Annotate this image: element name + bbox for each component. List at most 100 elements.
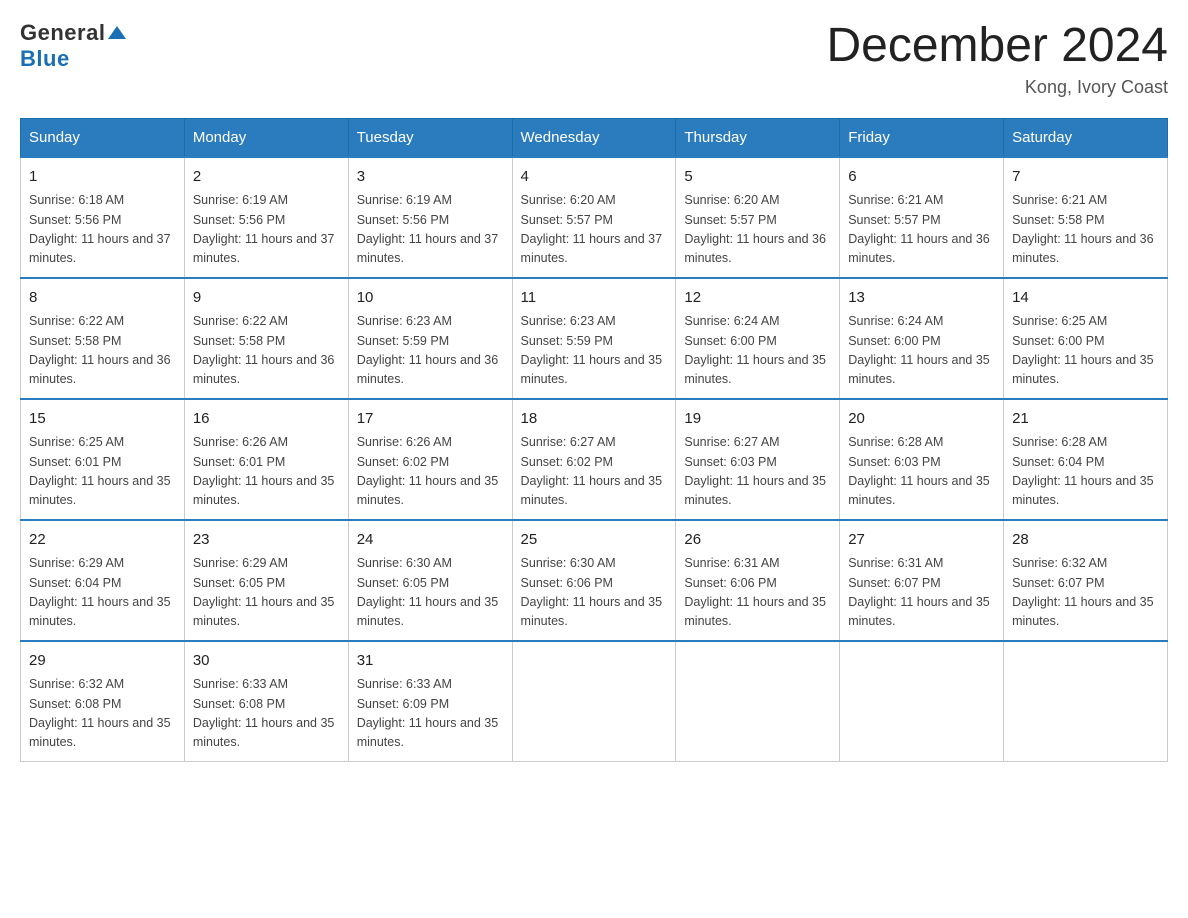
day-info: Sunrise: 6:23 AMSunset: 5:59 PMDaylight:…: [357, 312, 504, 390]
title-section: December 2024 Kong, Ivory Coast: [826, 20, 1168, 98]
calendar-day-cell: [1004, 641, 1168, 762]
day-of-week-header: Wednesday: [512, 118, 676, 157]
day-of-week-header: Monday: [184, 118, 348, 157]
day-info: Sunrise: 6:25 AMSunset: 6:00 PMDaylight:…: [1012, 312, 1159, 390]
logo: General Blue: [20, 20, 126, 72]
day-info: Sunrise: 6:18 AMSunset: 5:56 PMDaylight:…: [29, 191, 176, 269]
calendar-day-cell: 30Sunrise: 6:33 AMSunset: 6:08 PMDayligh…: [184, 641, 348, 762]
day-info: Sunrise: 6:30 AMSunset: 6:05 PMDaylight:…: [357, 554, 504, 632]
day-number: 14: [1012, 287, 1159, 310]
day-info: Sunrise: 6:30 AMSunset: 6:06 PMDaylight:…: [521, 554, 668, 632]
day-number: 2: [193, 166, 340, 189]
day-number: 21: [1012, 408, 1159, 431]
day-info: Sunrise: 6:32 AMSunset: 6:08 PMDaylight:…: [29, 675, 176, 753]
calendar-day-cell: 4Sunrise: 6:20 AMSunset: 5:57 PMDaylight…: [512, 157, 676, 278]
day-info: Sunrise: 6:27 AMSunset: 6:03 PMDaylight:…: [684, 433, 831, 511]
calendar-day-cell: [840, 641, 1004, 762]
day-info: Sunrise: 6:21 AMSunset: 5:58 PMDaylight:…: [1012, 191, 1159, 269]
calendar-day-cell: 13Sunrise: 6:24 AMSunset: 6:00 PMDayligh…: [840, 278, 1004, 399]
day-info: Sunrise: 6:26 AMSunset: 6:02 PMDaylight:…: [357, 433, 504, 511]
day-number: 7: [1012, 166, 1159, 189]
day-of-week-header: Thursday: [676, 118, 840, 157]
calendar-week-row: 15Sunrise: 6:25 AMSunset: 6:01 PMDayligh…: [21, 399, 1168, 520]
calendar-day-cell: 23Sunrise: 6:29 AMSunset: 6:05 PMDayligh…: [184, 520, 348, 641]
calendar-day-cell: 27Sunrise: 6:31 AMSunset: 6:07 PMDayligh…: [840, 520, 1004, 641]
calendar-day-cell: 14Sunrise: 6:25 AMSunset: 6:00 PMDayligh…: [1004, 278, 1168, 399]
day-info: Sunrise: 6:22 AMSunset: 5:58 PMDaylight:…: [193, 312, 340, 390]
day-of-week-header: Friday: [840, 118, 1004, 157]
calendar-day-cell: 22Sunrise: 6:29 AMSunset: 6:04 PMDayligh…: [21, 520, 185, 641]
day-of-week-header: Saturday: [1004, 118, 1168, 157]
day-number: 8: [29, 287, 176, 310]
calendar-week-row: 22Sunrise: 6:29 AMSunset: 6:04 PMDayligh…: [21, 520, 1168, 641]
day-info: Sunrise: 6:32 AMSunset: 6:07 PMDaylight:…: [1012, 554, 1159, 632]
day-info: Sunrise: 6:28 AMSunset: 6:03 PMDaylight:…: [848, 433, 995, 511]
day-info: Sunrise: 6:33 AMSunset: 6:08 PMDaylight:…: [193, 675, 340, 753]
calendar-day-cell: 21Sunrise: 6:28 AMSunset: 6:04 PMDayligh…: [1004, 399, 1168, 520]
day-info: Sunrise: 6:29 AMSunset: 6:04 PMDaylight:…: [29, 554, 176, 632]
logo-blue-text: Blue: [20, 46, 70, 72]
day-number: 31: [357, 650, 504, 673]
calendar-day-cell: 24Sunrise: 6:30 AMSunset: 6:05 PMDayligh…: [348, 520, 512, 641]
day-of-week-header: Sunday: [21, 118, 185, 157]
day-number: 1: [29, 166, 176, 189]
logo-triangle-icon: [108, 26, 126, 39]
day-number: 5: [684, 166, 831, 189]
day-number: 29: [29, 650, 176, 673]
calendar-day-cell: 8Sunrise: 6:22 AMSunset: 5:58 PMDaylight…: [21, 278, 185, 399]
day-info: Sunrise: 6:19 AMSunset: 5:56 PMDaylight:…: [357, 191, 504, 269]
calendar-day-cell: 28Sunrise: 6:32 AMSunset: 6:07 PMDayligh…: [1004, 520, 1168, 641]
day-number: 4: [521, 166, 668, 189]
day-number: 3: [357, 166, 504, 189]
calendar-day-cell: 18Sunrise: 6:27 AMSunset: 6:02 PMDayligh…: [512, 399, 676, 520]
logo-general-text: General: [20, 20, 105, 46]
day-number: 16: [193, 408, 340, 431]
calendar-day-cell: 9Sunrise: 6:22 AMSunset: 5:58 PMDaylight…: [184, 278, 348, 399]
calendar-day-cell: 29Sunrise: 6:32 AMSunset: 6:08 PMDayligh…: [21, 641, 185, 762]
day-number: 11: [521, 287, 668, 310]
calendar-day-cell: 11Sunrise: 6:23 AMSunset: 5:59 PMDayligh…: [512, 278, 676, 399]
day-info: Sunrise: 6:20 AMSunset: 5:57 PMDaylight:…: [521, 191, 668, 269]
day-number: 26: [684, 529, 831, 552]
day-number: 12: [684, 287, 831, 310]
day-number: 10: [357, 287, 504, 310]
day-info: Sunrise: 6:19 AMSunset: 5:56 PMDaylight:…: [193, 191, 340, 269]
calendar-day-cell: 20Sunrise: 6:28 AMSunset: 6:03 PMDayligh…: [840, 399, 1004, 520]
calendar-day-cell: 19Sunrise: 6:27 AMSunset: 6:03 PMDayligh…: [676, 399, 840, 520]
calendar-week-row: 8 Sunrise: 6:22 AMSunset: 5:58 PMDaylight…: [21, 278, 1168, 399]
day-info: Sunrise: 6:23 AMSunset: 5:59 PMDaylight:…: [521, 312, 668, 390]
day-number: 20: [848, 408, 995, 431]
day-number: 15: [29, 408, 176, 431]
calendar-day-cell: [676, 641, 840, 762]
day-number: 24: [357, 529, 504, 552]
calendar-day-cell: 16Sunrise: 6:26 AMSunset: 6:01 PMDayligh…: [184, 399, 348, 520]
day-info: Sunrise: 6:29 AMSunset: 6:05 PMDaylight:…: [193, 554, 340, 632]
calendar-header-row: SundayMondayTuesdayWednesdayThursdayFrid…: [21, 118, 1168, 157]
day-number: 27: [848, 529, 995, 552]
day-info: Sunrise: 6:25 AMSunset: 6:01 PMDaylight:…: [29, 433, 176, 511]
day-of-week-header: Tuesday: [348, 118, 512, 157]
calendar-day-cell: 31Sunrise: 6:33 AMSunset: 6:09 PMDayligh…: [348, 641, 512, 762]
calendar-day-cell: 12Sunrise: 6:24 AMSunset: 6:00 PMDayligh…: [676, 278, 840, 399]
day-info: Sunrise: 6:24 AMSunset: 6:00 PMDaylight:…: [684, 312, 831, 390]
day-number: 30: [193, 650, 340, 673]
day-info: Sunrise: 6:33 AMSunset: 6:09 PMDaylight:…: [357, 675, 504, 753]
calendar-day-cell: 6Sunrise: 6:21 AMSunset: 5:57 PMDaylight…: [840, 157, 1004, 278]
day-info: Sunrise: 6:24 AMSunset: 6:00 PMDaylight:…: [848, 312, 995, 390]
calendar-day-cell: 10Sunrise: 6:23 AMSunset: 5:59 PMDayligh…: [348, 278, 512, 399]
calendar-title: December 2024: [826, 20, 1168, 73]
day-info: Sunrise: 6:21 AMSunset: 5:57 PMDaylight:…: [848, 191, 995, 269]
day-number: 23: [193, 529, 340, 552]
calendar-day-cell: [512, 641, 676, 762]
day-info: Sunrise: 6:31 AMSunset: 6:06 PMDaylight:…: [684, 554, 831, 632]
day-number: 13: [848, 287, 995, 310]
calendar-day-cell: 5Sunrise: 6:20 AMSunset: 5:57 PMDaylight…: [676, 157, 840, 278]
calendar-day-cell: 3Sunrise: 6:19 AMSunset: 5:56 PMDaylight…: [348, 157, 512, 278]
calendar-day-cell: 1Sunrise: 6:18 AMSunset: 5:56 PMDaylight…: [21, 157, 185, 278]
day-number: 6: [848, 166, 995, 189]
day-info: Sunrise: 6:20 AMSunset: 5:57 PMDaylight:…: [684, 191, 831, 269]
location-text: Kong, Ivory Coast: [826, 77, 1168, 98]
calendar-day-cell: 15Sunrise: 6:25 AMSunset: 6:01 PMDayligh…: [21, 399, 185, 520]
day-info: Sunrise: 6:27 AMSunset: 6:02 PMDaylight:…: [521, 433, 668, 511]
day-info: Sunrise: 6:26 AMSunset: 6:01 PMDaylight:…: [193, 433, 340, 511]
